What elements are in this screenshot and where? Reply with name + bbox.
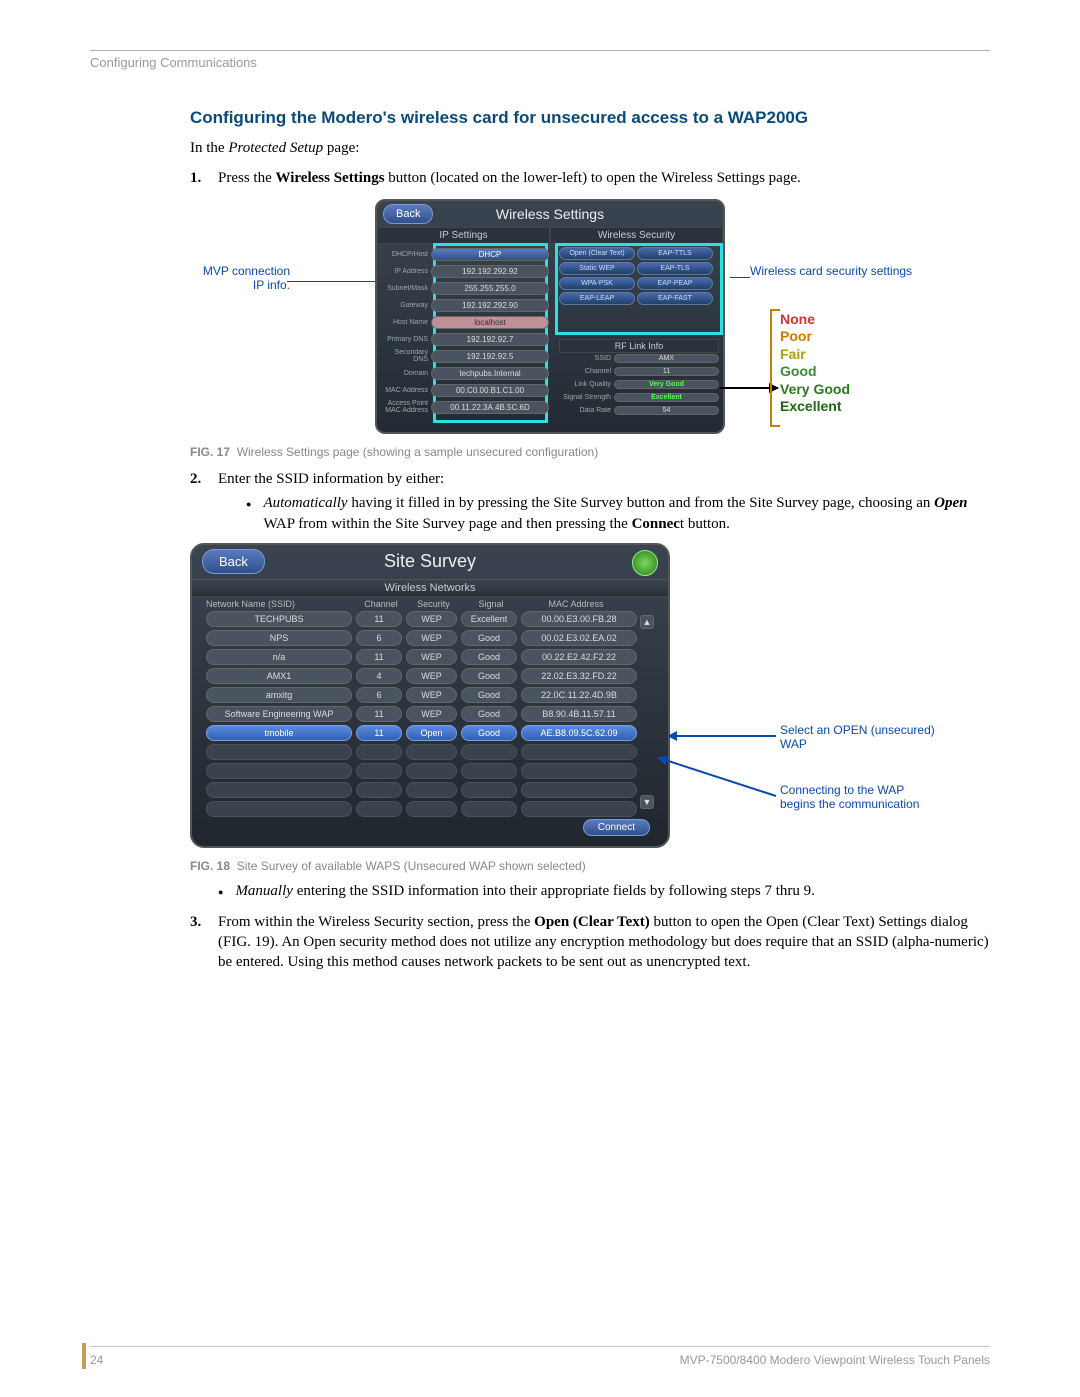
- tab-ip-settings[interactable]: IP Settings: [377, 227, 550, 244]
- rf-value: Excellent: [614, 393, 719, 402]
- ip-value[interactable]: 192.192.292.92: [431, 265, 549, 278]
- ip-row: Access Point MAC Address00.11.22.3A.4B.5…: [383, 400, 549, 415]
- network-row-empty: [206, 763, 654, 779]
- rf-row: SSIDAMX: [559, 353, 719, 365]
- step-3: 3. From within the Wireless Security sec…: [190, 912, 990, 973]
- header-section: Configuring Communications: [90, 55, 990, 70]
- security-option-button[interactable]: Static WEP: [559, 262, 635, 275]
- security-option-button[interactable]: EAP-PEAP: [637, 277, 713, 290]
- quality-scale: None Poor Fair Good Very Good Excellent: [780, 311, 850, 416]
- back-button[interactable]: Back: [202, 549, 265, 574]
- network-row-empty: [206, 782, 654, 798]
- wireless-networks-header: Wireless Networks: [192, 579, 668, 597]
- network-row-empty: [206, 744, 654, 760]
- site-survey-panel: Back Site Survey Wireless Networks Netwo…: [190, 543, 670, 848]
- bullet-manual: Manually entering the SSID information i…: [218, 881, 990, 902]
- network-row[interactable]: tmobile11OpenGoodAE.B8.09.5C.62.09: [206, 725, 654, 741]
- ip-row: MAC Address00.C0.00.B1.C1.00: [383, 383, 549, 398]
- ip-value[interactable]: 192.192.292.90: [431, 299, 549, 312]
- arrow-icon: [668, 735, 776, 737]
- network-row[interactable]: NPS6WEPGood00.02.E3.02.EA.02: [206, 630, 654, 646]
- section-title: Configuring the Modero's wireless card f…: [190, 108, 990, 128]
- ip-value[interactable]: DHCP: [431, 248, 549, 261]
- table-header: Network Name (SSID) Channel Security Sig…: [192, 597, 668, 611]
- ip-row: Host Namelocalhost: [383, 315, 549, 330]
- arrow-icon: [658, 756, 777, 796]
- ip-row: IP Address192.192.292.92: [383, 264, 549, 279]
- security-option-button[interactable]: WPA-PSK: [559, 277, 635, 290]
- ip-row: Subnet/Mask255.255.255.0: [383, 281, 549, 296]
- figure-18-caption: FIG. 18 Site Survey of available WAPS (U…: [190, 859, 990, 873]
- scroll-down-icon[interactable]: ▼: [640, 795, 654, 809]
- rf-value: 11: [614, 367, 719, 376]
- annotation-select-open: Select an OPEN (unsecured) WAP: [780, 723, 940, 751]
- tab-wireless-security[interactable]: Wireless Security: [550, 227, 723, 244]
- home-icon[interactable]: [632, 550, 658, 576]
- wireless-settings-panel: Back Wireless Settings IP Settings Wirel…: [375, 199, 725, 434]
- page-footer: 24 MVP-7500/8400 Modero Viewpoint Wirele…: [90, 1346, 990, 1367]
- rf-row: Signal StrengthExcellent: [559, 392, 719, 404]
- connect-button[interactable]: Connect: [583, 819, 650, 836]
- security-option-button[interactable]: EAP-TTLS: [637, 247, 713, 260]
- ip-row: DHCP/HostDHCP: [383, 247, 549, 262]
- ip-value[interactable]: localhost: [431, 316, 549, 329]
- rf-row: Data Rate54: [559, 405, 719, 417]
- rf-value: Very Good: [614, 380, 719, 389]
- ip-value[interactable]: 192.192.92.5: [431, 350, 549, 363]
- bracket-icon: [770, 309, 780, 427]
- annotation-line: [287, 281, 375, 282]
- security-option-button[interactable]: EAP-LEAP: [559, 292, 635, 305]
- figure-17-caption: FIG. 17 Wireless Settings page (showing …: [190, 445, 990, 459]
- bullet-auto: Automatically having it filled in by pre…: [246, 493, 990, 535]
- ip-row: Domaintechpubs.Internal: [383, 366, 549, 381]
- ip-row: Primary DNS192.192.92.7: [383, 332, 549, 347]
- ip-value[interactable]: 00.C0.00.B1.C1.00: [431, 384, 549, 397]
- annotation-ip-info: MVP connection IP info.: [190, 264, 290, 292]
- network-row-empty: [206, 801, 654, 817]
- rf-row: Channel11: [559, 366, 719, 378]
- annotation-security: Wireless card security settings: [750, 264, 920, 278]
- security-option-button[interactable]: EAP-TLS: [637, 262, 713, 275]
- page-number: 24: [90, 1353, 103, 1367]
- rf-value: AMX: [614, 354, 719, 363]
- footer-title: MVP-7500/8400 Modero Viewpoint Wireless …: [680, 1353, 990, 1367]
- security-option-button[interactable]: Open (Clear Text): [559, 247, 635, 260]
- rf-row: Link QualityVery Good: [559, 379, 719, 391]
- network-row[interactable]: AMX14WEPGood22.02.E3.32.FD.22: [206, 668, 654, 684]
- back-button[interactable]: Back: [383, 204, 433, 224]
- step-1: 1. Press the Wireless Settings button (l…: [190, 168, 990, 188]
- figure-17: MVP connection IP info. Wireless card se…: [190, 199, 990, 439]
- network-row[interactable]: amxitg6WEPGood22.0C.11.22.4D.9B: [206, 687, 654, 703]
- intro-line: In the Protected Setup page:: [190, 138, 990, 158]
- figure-18: Back Site Survey Wireless Networks Netwo…: [190, 543, 990, 853]
- ip-value[interactable]: 255.255.255.0: [431, 282, 549, 295]
- ip-row: Secondary DNS192.192.92.5: [383, 349, 549, 364]
- ip-value[interactable]: 192.192.92.7: [431, 333, 549, 346]
- footer-accent: [82, 1343, 86, 1369]
- ip-value[interactable]: 00.11.22.3A.4B.5C.6D: [431, 401, 549, 414]
- annotation-line: [730, 277, 750, 278]
- rf-value: 54: [614, 406, 719, 415]
- scroll-up-icon[interactable]: ▲: [640, 615, 654, 629]
- step-2: 2. Enter the SSID information by either:…: [190, 469, 990, 535]
- annotation-connecting: Connecting to the WAP begins the communi…: [780, 783, 940, 811]
- network-row[interactable]: TECHPUBS11WEPExcellent00.00.E3.00.FB.28: [206, 611, 654, 627]
- rf-link-info-header: RF Link Info: [559, 339, 719, 353]
- ip-row: Gateway192.192.292.90: [383, 298, 549, 313]
- security-option-button[interactable]: EAP-FAST: [637, 292, 713, 305]
- network-row[interactable]: Software Engineering WAP11WEPGoodB8.90.4…: [206, 706, 654, 722]
- ip-value[interactable]: techpubs.Internal: [431, 367, 549, 380]
- network-row[interactable]: n/a11WEPGood00.22.E2.42.F2.22: [206, 649, 654, 665]
